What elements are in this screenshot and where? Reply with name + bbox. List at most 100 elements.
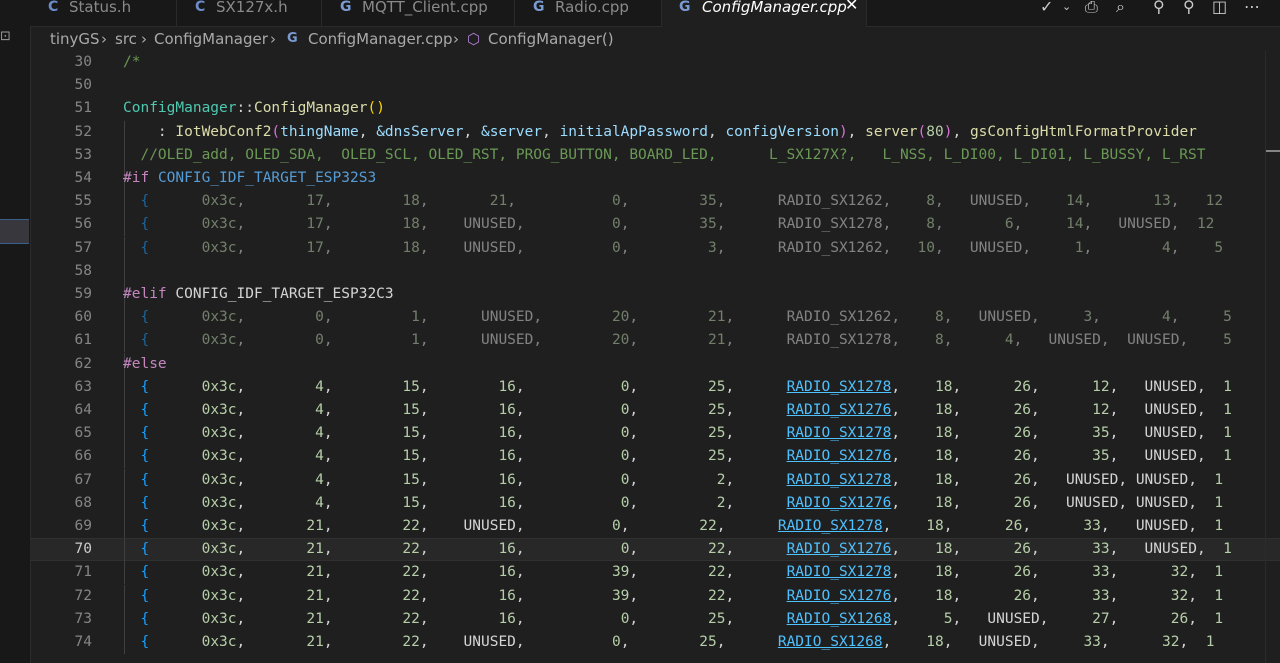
- print-icon[interactable]: ⎙: [1085, 0, 1098, 15]
- line-number: 73: [74, 610, 92, 627]
- line-number: 53: [74, 146, 92, 163]
- breadcrumb-symbol[interactable]: ConfigManager(): [488, 27, 614, 51]
- vertical-scrollbar[interactable]: [1265, 51, 1280, 663]
- line-number: 64: [74, 402, 92, 418]
- sidebar-selected-item[interactable]: [0, 219, 29, 244]
- cpp-file-icon: G: [679, 0, 691, 15]
- code-text: { 0x3c, 4, 15, 16, 0, 25, RADIO_SX1276, …: [140, 448, 1232, 465]
- line-number: 50: [74, 77, 92, 94]
- code-text: { 0x3c, 0, 1, UNUSED, 20, 21, RADIO_SX12…: [140, 332, 1232, 349]
- pin-icon[interactable]: ⚲: [1153, 0, 1165, 15]
- line-number: 59: [74, 286, 92, 302]
- code-line[interactable]: 67 { 0x3c, 4, 15, 16, 0, 2, RADIO_SX1278…: [30, 468, 1280, 492]
- code-line[interactable]: 74 { 0x3c, 21, 22, UNUSED, 0, 25, RADIO_…: [30, 631, 1280, 654]
- code-text: { 0x3c, 21, 22, 16, 0, 22, RADIO_SX1276,…: [140, 541, 1232, 558]
- line-number: 58: [74, 262, 92, 279]
- code-text: { 0x3c, 21, 22, 16, 39, 22, RADIO_SX1276…: [140, 587, 1224, 604]
- code-text: { 0x3c, 21, 22, UNUSED, 0, 25, RADIO_SX1…: [140, 634, 1215, 650]
- line-number: 67: [74, 471, 92, 488]
- code-text: #elif CONFIG_IDF_TARGET_ESP32C3: [123, 286, 394, 302]
- tab-status-h[interactable]: C Status.h: [30, 0, 177, 26]
- code-line[interactable]: 60 { 0x3c, 0, 1, UNUSED, 20, 21, RADIO_S…: [30, 306, 1280, 330]
- code-line[interactable]: 59 #elif CONFIG_IDF_TARGET_ESP32C3: [30, 283, 1280, 306]
- inspect-icon[interactable]: ⌕: [1116, 0, 1125, 15]
- breadcrumb: tinyGS › src › ConfigManager › G ConfigM…: [30, 27, 1280, 51]
- code-text: { 0x3c, 4, 15, 16, 0, 25, RADIO_SX1278, …: [140, 378, 1232, 395]
- code-text: { 0x3c, 17, 18, UNUSED, 0, 3, RADIO_SX12…: [140, 239, 1224, 256]
- pin-icon[interactable]: ⚲: [1183, 0, 1195, 15]
- code-line[interactable]: 73 { 0x3c, 21, 22, 16, 0, 25, RADIO_SX12…: [30, 607, 1280, 631]
- code-text: { 0x3c, 0, 1, UNUSED, 20, 21, RADIO_SX12…: [140, 309, 1232, 326]
- tab-label: Radio.cpp: [555, 0, 629, 16]
- code-line[interactable]: 30 /*: [30, 51, 1280, 74]
- code-line[interactable]: 57 { 0x3c, 17, 18, UNUSED, 0, 3, RADIO_S…: [30, 236, 1280, 260]
- line-number: 71: [74, 564, 92, 581]
- breadcrumb-project[interactable]: tinyGS: [50, 27, 100, 51]
- code-line[interactable]: 66 { 0x3c, 4, 15, 16, 0, 25, RADIO_SX127…: [30, 445, 1280, 469]
- code-line[interactable]: 69 { 0x3c, 21, 22, UNUSED, 0, 22, RADIO_…: [30, 515, 1280, 538]
- code-line[interactable]: 54 #if CONFIG_IDF_TARGET_ESP32S3: [30, 167, 1280, 190]
- breadcrumb-separator: ›: [101, 30, 107, 48]
- tab-sx127x-h[interactable]: C SX127x.h: [177, 0, 322, 26]
- tab-label: MQTT_Client.cpp: [362, 0, 488, 16]
- code-line[interactable]: 50: [30, 74, 1280, 97]
- code-line[interactable]: 68 { 0x3c, 4, 15, 16, 0, 2, RADIO_SX1276…: [30, 491, 1280, 515]
- line-number: 72: [74, 587, 92, 604]
- code-text: : IotWebConf2(thingName, &dnsServer, &se…: [123, 123, 1197, 140]
- code-text: #if CONFIG_IDF_TARGET_ESP32S3: [123, 170, 377, 186]
- tab-radio-cpp[interactable]: G Radio.cpp: [515, 0, 662, 26]
- code-text: { 0x3c, 17, 18, 21, 0, 35, RADIO_SX1262,…: [140, 193, 1224, 210]
- code-line[interactable]: 51 ConfigManager::ConfigManager(): [30, 97, 1280, 120]
- code-line[interactable]: 62 #else: [30, 352, 1280, 376]
- code-text: { 0x3c, 4, 15, 16, 0, 25, RADIO_SX1276, …: [140, 402, 1232, 418]
- line-number: 60: [74, 309, 92, 326]
- line-number: 65: [74, 425, 92, 442]
- editor-actions: ✓ ⌄ ⎙ ⌕ ⚲ ⚲ ◫ ⋯: [1030, 0, 1280, 26]
- code-editor[interactable]: 30 /* 50 51 ConfigManager::ConfigManager() 52…: [30, 51, 1280, 663]
- line-number: 30: [74, 54, 92, 70]
- line-number: 63: [74, 378, 92, 395]
- code-line[interactable]: 65 { 0x3c, 4, 15, 16, 0, 25, RADIO_SX127…: [30, 422, 1280, 446]
- cpp-file-icon: G: [287, 31, 298, 46]
- tab-label: ConfigManager.cpp: [702, 0, 847, 16]
- code-line[interactable]: 70 { 0x3c, 21, 22, 16, 0, 22, RADIO_SX12…: [30, 538, 1280, 563]
- explorer-icon[interactable]: ⊡: [0, 30, 14, 44]
- code-line[interactable]: 71 { 0x3c, 21, 22, 16, 39, 22, RADIO_SX1…: [30, 561, 1280, 585]
- close-icon[interactable]: ✕: [845, 0, 858, 13]
- code-line[interactable]: 64 { 0x3c, 4, 15, 16, 0, 25, RADIO_SX127…: [30, 399, 1280, 422]
- code-line[interactable]: 52 : IotWebConf2(thingName, &dnsServer, …: [30, 120, 1280, 144]
- more-icon[interactable]: ⋯: [1244, 0, 1260, 15]
- chevron-down-icon[interactable]: ⌄: [1062, 0, 1071, 14]
- line-number: 52: [74, 123, 92, 140]
- c-file-icon: C: [195, 0, 206, 15]
- code-text: ConfigManager::ConfigManager(): [123, 100, 385, 117]
- code-text: { 0x3c, 4, 15, 16, 0, 2, RADIO_SX1276, 1…: [140, 494, 1224, 511]
- code-text: { 0x3c, 4, 15, 16, 0, 2, RADIO_SX1278, 1…: [140, 471, 1224, 488]
- breadcrumb-subfolder[interactable]: ConfigManager: [154, 27, 268, 51]
- tab-configmanager-cpp[interactable]: G ConfigManager.cpp ✕: [662, 0, 867, 27]
- breadcrumb-file[interactable]: ConfigManager.cpp: [308, 27, 453, 51]
- indent-guide: [124, 259, 125, 283]
- scrollbar-marker: [1266, 150, 1280, 152]
- code-line[interactable]: 53 //OLED_add, OLED_SDA, OLED_SCL, OLED_…: [30, 143, 1280, 167]
- code-line[interactable]: 63 { 0x3c, 4, 15, 16, 0, 25, RADIO_SX127…: [30, 375, 1280, 399]
- method-icon: ⬡: [467, 30, 481, 48]
- breadcrumb-separator: ›: [141, 30, 147, 48]
- line-number: 61: [74, 332, 92, 349]
- breadcrumb-folder[interactable]: src: [115, 27, 137, 51]
- tab-mqtt-client-cpp[interactable]: G MQTT_Client.cpp: [322, 0, 515, 26]
- line-number: 70: [74, 541, 92, 558]
- code-line[interactable]: 58: [30, 259, 1280, 283]
- code-line[interactable]: 61 { 0x3c, 0, 1, UNUSED, 20, 21, RADIO_S…: [30, 329, 1280, 353]
- cpp-file-icon: G: [340, 0, 352, 15]
- line-number: 69: [74, 518, 92, 534]
- line-number: 55: [74, 193, 92, 210]
- code-line[interactable]: 55 { 0x3c, 17, 18, 21, 0, 35, RADIO_SX12…: [30, 190, 1280, 214]
- line-number: 62: [74, 355, 92, 372]
- line-number: 57: [74, 239, 92, 256]
- check-icon[interactable]: ✓: [1040, 0, 1053, 15]
- code-line[interactable]: 56 { 0x3c, 17, 18, UNUSED, 0, 35, RADIO_…: [30, 213, 1280, 237]
- split-editor-icon[interactable]: ◫: [1212, 0, 1227, 15]
- breadcrumb-separator: ›: [270, 30, 276, 48]
- code-line[interactable]: 72 { 0x3c, 21, 22, 16, 39, 22, RADIO_SX1…: [30, 584, 1280, 608]
